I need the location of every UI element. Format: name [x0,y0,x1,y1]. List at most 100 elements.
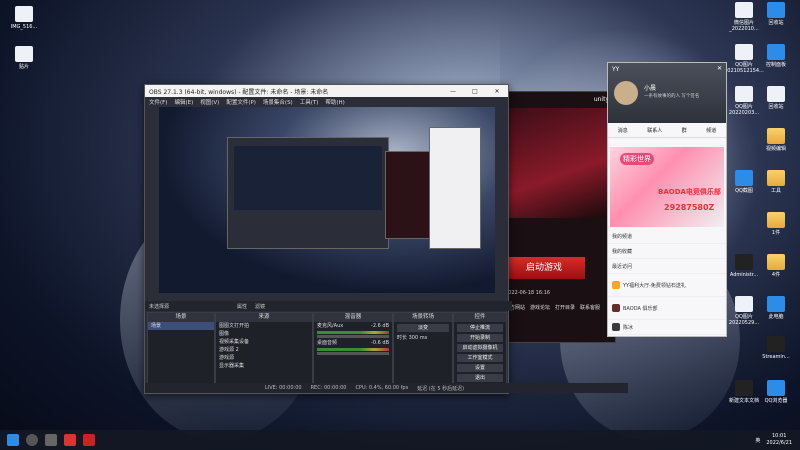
desktop-icon[interactable]: 回收站 [754,86,798,110]
desktop-icon-label: 控制面板 [765,62,786,68]
close-icon[interactable]: ✕ [486,88,508,95]
close-icon[interactable]: ✕ [717,65,722,72]
desktop-icon-file[interactable]: IMG_516... [2,6,46,30]
exit-button[interactable]: 退出 [457,374,503,382]
recent-item[interactable]: BAODA 俱乐部 [608,297,726,320]
start-recording-button[interactable]: 开始录制 [457,334,503,342]
file-icon [15,46,33,62]
tab-groups[interactable]: 群 [682,127,687,134]
no-source-label: 未选择源 [149,303,170,310]
folder-icon [767,128,785,144]
volume-slider[interactable] [317,335,389,338]
link-open-dir[interactable]: 打开目录 [555,304,575,311]
section-recent: 最近访问 [608,259,726,274]
scene-item[interactable]: 场景 [148,322,214,330]
scenes-header: 场景 [148,313,214,322]
yy-promo-banner[interactable]: 精彩世界 BAODA电竞俱乐部 29287580Z [610,147,724,227]
sources-header: 来源 [216,313,312,322]
desktop-icon[interactable]: 4件 [754,254,798,278]
yy-signature[interactable]: 一条有故事的的人 写个签名 [644,93,699,99]
desktop-icon[interactable]: QQ浏览器 [754,380,798,404]
game-launcher-window[interactable]: unity 启动游戏 2022-06-18 16:16 官方网站 游戏论坛 打开… [494,91,616,343]
tab-contacts[interactable]: 联系人 [647,127,662,134]
menu-tools[interactable]: 工具(T) [300,98,319,106]
desktop-icon-label: 回收站 [768,20,784,26]
sources-dock: 来源 图图文打开拍 图像 视频采集设备 游戏源 2 游戏源 显示器采集 [215,312,313,384]
channel-name: 桌面音频 [317,340,338,346]
avatar[interactable] [614,81,638,105]
obs-statusbar: LIVE: 00:00:00 REC: 00:00:00 CPU: 0.4%, … [145,383,628,393]
source-item[interactable]: 游戏源 [216,354,312,362]
mixer-channel: 麦克风/Aux -2.6 dB [314,322,392,330]
desktop-icon-file[interactable]: 贴片 [2,46,46,70]
mixer-header: 混音器 [314,313,392,322]
desktop-icon[interactable]: 视频编辑 [754,128,798,152]
desktop-icon[interactable]: 回收站 [754,2,798,26]
search-icon[interactable] [26,434,38,446]
studio-mode-button[interactable]: 工作室模式 [457,354,503,362]
channel-name: 麦克风/Aux [317,323,344,329]
obs-titlebar[interactable]: OBS 27.1.3 (64-bit, windows) - 配置文件: 未命名… [145,85,508,97]
link-support[interactable]: 联系客服 [580,304,600,311]
source-item[interactable]: 游戏源 2 [216,346,312,354]
recent-item[interactable]: 陈冰 [608,320,726,335]
duration-input[interactable]: 300 ms [409,335,428,341]
browser-icon [767,380,785,396]
tab-channels[interactable]: 频道 [706,127,716,134]
ime-indicator[interactable]: 英 [755,437,760,444]
desktop-icon[interactable]: 控制面板 [754,44,798,68]
source-item[interactable]: 显示器采集 [216,362,312,370]
promo-banner-title: 精彩世界 [620,153,654,165]
folder-icon [767,170,785,186]
desktop-icon-label: Streamin... [762,354,790,360]
filters-button[interactable]: 滤镜 [255,303,265,310]
menu-file[interactable]: 文件(F) [149,98,167,106]
app-taskbar-icon[interactable] [64,434,76,446]
transition-select[interactable]: 淡变 [397,324,449,332]
menu-view[interactable]: 视图(V) [200,98,219,106]
menu-help[interactable]: 帮助(H) [325,98,344,106]
text-file-icon [735,380,753,396]
maximize-icon[interactable]: □ [464,88,486,95]
source-item[interactable]: 图像 [216,330,312,338]
file-icon [735,254,753,270]
app-icon [767,336,785,352]
settings-button[interactable]: 设置 [457,364,503,372]
mixer-channel: 桌面音频 -0.6 dB [314,339,392,347]
properties-button[interactable]: 属性 [237,303,247,310]
desktop-icon-label: 1件 [771,230,781,236]
computer-icon [767,296,785,312]
obs-taskbar-icon[interactable] [45,434,57,446]
duration-label: 时长 [397,335,408,341]
desktop-icon[interactable]: QQ图片20220529... [722,296,766,326]
menu-scene-collection[interactable]: 场景集合(S) [263,98,293,106]
start-game-button[interactable]: 启动游戏 [503,257,585,279]
yy-header: YY ✕ 小晨 一条有故事的的人 写个签名 [608,63,726,123]
tab-messages[interactable]: 消息 [618,127,628,134]
virtual-camera-button[interactable]: 启动虚拟摄像机 [457,344,503,352]
menu-edit[interactable]: 编辑(E) [174,98,193,106]
preview-nested-yy [429,127,481,249]
clock[interactable]: 10:01 2022/6/21 [766,433,792,447]
minimize-icon[interactable]: — [442,88,464,95]
desktop-icon[interactable]: QQ截图 [722,170,766,194]
section-my-channels[interactable]: 我的频道 [608,229,726,244]
recent-item[interactable]: YY福利大厅-免费领钻石送礼 [608,274,726,297]
obs-preview[interactable] [159,107,495,293]
obs-window[interactable]: OBS 27.1.3 (64-bit, windows) - 配置文件: 未命名… [144,84,628,394]
volume-slider[interactable] [317,352,389,355]
source-item[interactable]: 图图文打开拍 [216,322,312,330]
link-forum[interactable]: 游戏论坛 [530,304,550,311]
image-icon [735,86,753,102]
stop-streaming-button[interactable]: 停止推流 [457,324,503,332]
source-item[interactable]: 视频采集设备 [216,338,312,346]
menu-profile[interactable]: 配置文件(P) [226,98,256,106]
windows-start-icon[interactable] [7,434,19,446]
game-taskbar-icon[interactable] [83,434,95,446]
yy-window[interactable]: YY ✕ 小晨 一条有故事的的人 写个签名 消息 联系人 群 频道 精彩世界 B… [607,62,727,337]
section-my-favorites[interactable]: 我的收藏 [608,244,726,259]
desktop-icon[interactable]: 1件 [754,212,798,236]
recent-name: 陈冰 [623,324,634,331]
desktop-icon[interactable]: Streamin... [754,336,798,360]
channel-icon [612,304,620,312]
